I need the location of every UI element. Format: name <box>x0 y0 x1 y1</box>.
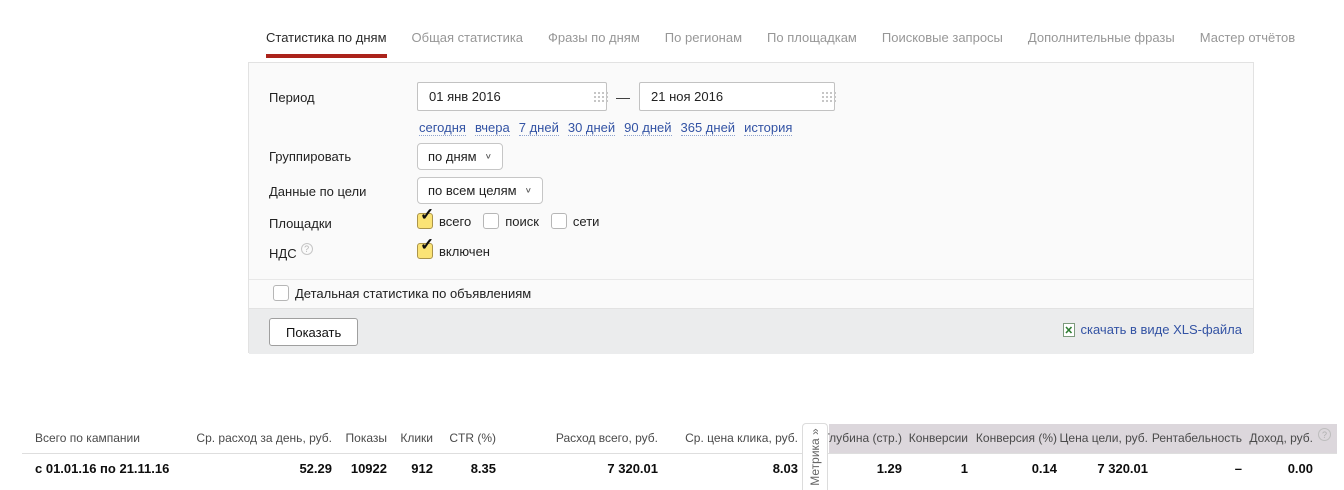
vat-included-label: включен <box>439 243 490 259</box>
date-range-dash: — <box>616 88 630 105</box>
goal-data-select[interactable]: по всем целям ∨ <box>417 177 543 204</box>
col-header-conversion-rate: Конверсия (%) <box>975 431 1057 445</box>
date-from-input[interactable]: 01 янв 2016 <box>417 82 607 111</box>
col-header-depth: Глубина (стр.) <box>823 431 902 445</box>
row-ctr: 8.35 <box>470 461 496 476</box>
platforms-option-total[interactable]: ✓ всего <box>417 206 472 229</box>
checkbox-checked-icon[interactable]: ✓ <box>417 236 434 259</box>
download-xls-label: скачать в виде XLS-файла <box>1080 322 1243 337</box>
period-controls: 01 янв 2016 — 21 ноя 2016 <box>417 82 835 111</box>
detailed-stats-option[interactable]: ✓ Детальная статистика по объявлениям <box>273 285 531 301</box>
row-conversion-rate: 0.14 <box>1031 461 1057 476</box>
checkbox-unchecked-icon[interactable]: ✓ <box>483 213 500 229</box>
col-header-impressions: Показы <box>345 431 387 445</box>
row-revenue: 0.00 <box>1287 461 1313 476</box>
tab-general-stats[interactable]: Общая статистика <box>412 30 524 58</box>
quick-link-90-days[interactable]: 90 дней <box>624 120 672 136</box>
checkbox-unchecked-icon[interactable]: ✓ <box>273 285 289 301</box>
checkbox-checked-icon[interactable]: ✓ <box>417 206 434 229</box>
date-to-value: 21 ноя 2016 <box>651 89 724 104</box>
report-tabs: Статистика по дням Общая статистика Фраз… <box>266 30 1320 58</box>
excel-icon <box>1062 322 1075 337</box>
col-header-profitability: Рентабельность <box>1151 431 1242 445</box>
panel-divider <box>249 279 1253 280</box>
platforms-option-total-label: всего <box>439 213 472 229</box>
col-header-avg-cpc: Ср. цена клика, руб. <box>685 431 798 445</box>
period-label: Период <box>269 90 315 105</box>
platforms-option-networks[interactable]: ✓ сети <box>550 213 600 229</box>
platforms-option-search[interactable]: ✓ поиск <box>483 213 539 229</box>
tab-search-queries[interactable]: Поисковые запросы <box>882 30 1003 58</box>
platforms-options: ✓ всего ✓ поиск ✓ сети <box>417 206 600 229</box>
revenue-help-icon[interactable]: ? <box>1318 428 1331 441</box>
row-depth: 1.29 <box>876 461 902 476</box>
filter-panel: Период 01 янв 2016 — 21 ноя 2016 сегодня… <box>248 62 1254 354</box>
col-header-total-spend: Расход всего, руб. <box>555 431 658 445</box>
tab-additional-phrases[interactable]: Дополнительные фразы <box>1028 30 1175 58</box>
row-avg-daily-spend: 52.29 <box>299 461 332 476</box>
row-goal-cost: 7 320.01 <box>1097 461 1148 476</box>
period-quick-links: сегодня вчера 7 дней 30 дней 90 дней 365… <box>419 120 793 136</box>
tab-report-wizard[interactable]: Мастер отчётов <box>1200 30 1295 58</box>
vat-option: ✓ включен <box>417 236 490 259</box>
calendar-icon[interactable] <box>822 92 824 94</box>
panel-footer: Показать скачать в виде XLS-файла <box>249 308 1253 354</box>
quick-link-history[interactable]: история <box>744 120 793 136</box>
group-by-value: по дням <box>428 149 477 164</box>
goal-data-label: Данные по цели <box>269 184 367 199</box>
col-header-goal-cost: Цена цели, руб. <box>1059 431 1148 445</box>
metrika-expander-tab[interactable]: Метрика » <box>802 423 828 490</box>
quick-link-7-days[interactable]: 7 дней <box>518 120 559 136</box>
date-from-value: 01 янв 2016 <box>429 89 501 104</box>
row-conversions: 1 <box>960 461 968 476</box>
platforms-label: Площадки <box>269 216 332 231</box>
row-avg-cpc: 8.03 <box>772 461 798 476</box>
col-header-clicks: Клики <box>400 431 433 445</box>
quick-link-30-days[interactable]: 30 дней <box>567 120 616 136</box>
tab-by-placements[interactable]: По площадкам <box>767 30 857 58</box>
quick-link-365-days[interactable]: 365 дней <box>680 120 736 136</box>
detailed-stats-label: Детальная статистика по объявлениям <box>295 285 532 301</box>
tab-stats-by-day[interactable]: Статистика по дням <box>266 30 387 58</box>
vat-included-option[interactable]: ✓ включен <box>417 236 490 259</box>
col-header-ctr: CTR (%) <box>449 431 496 445</box>
platforms-option-search-label: поиск <box>505 213 539 229</box>
checkbox-unchecked-icon[interactable]: ✓ <box>550 213 567 229</box>
group-by-label: Группировать <box>269 149 352 164</box>
group-by-select[interactable]: по дням ∨ <box>417 143 503 170</box>
col-header-revenue: Доход, руб. <box>1249 431 1313 445</box>
table-header-divider <box>22 453 1337 454</box>
goal-data-value: по всем целям <box>428 183 517 198</box>
col-header-conversions: Конверсии <box>908 431 968 445</box>
chevron-down-icon: ∨ <box>484 152 492 161</box>
platforms-option-networks-label: сети <box>572 213 600 229</box>
col-header-avg-daily-spend: Ср. расход за день, руб. <box>196 431 332 445</box>
tab-phrases-by-day[interactable]: Фразы по дням <box>548 30 640 58</box>
vat-help-icon[interactable]: ? <box>300 243 313 255</box>
tab-by-regions[interactable]: По регионам <box>665 30 742 58</box>
download-xls-link[interactable]: скачать в виде XLS-файла <box>1062 322 1243 337</box>
row-clicks: 912 <box>411 461 433 476</box>
show-button[interactable]: Показать <box>269 318 359 346</box>
row-impressions: 10922 <box>350 461 387 476</box>
date-to-input[interactable]: 21 ноя 2016 <box>639 82 835 111</box>
vat-label: НДС? <box>269 243 313 261</box>
col-header-campaign-total: Всего по кампании <box>35 431 140 445</box>
row-period-range: с 01.01.16 по 21.11.16 <box>35 461 170 476</box>
metrika-expander-label: Метрика » <box>808 428 822 486</box>
quick-link-yesterday[interactable]: вчера <box>474 120 510 136</box>
row-total-spend: 7 320.01 <box>607 461 658 476</box>
chevron-down-icon: ∨ <box>524 186 532 195</box>
calendar-icon[interactable] <box>594 92 596 94</box>
quick-link-today[interactable]: сегодня <box>419 120 466 136</box>
row-profitability: – <box>1234 461 1242 476</box>
